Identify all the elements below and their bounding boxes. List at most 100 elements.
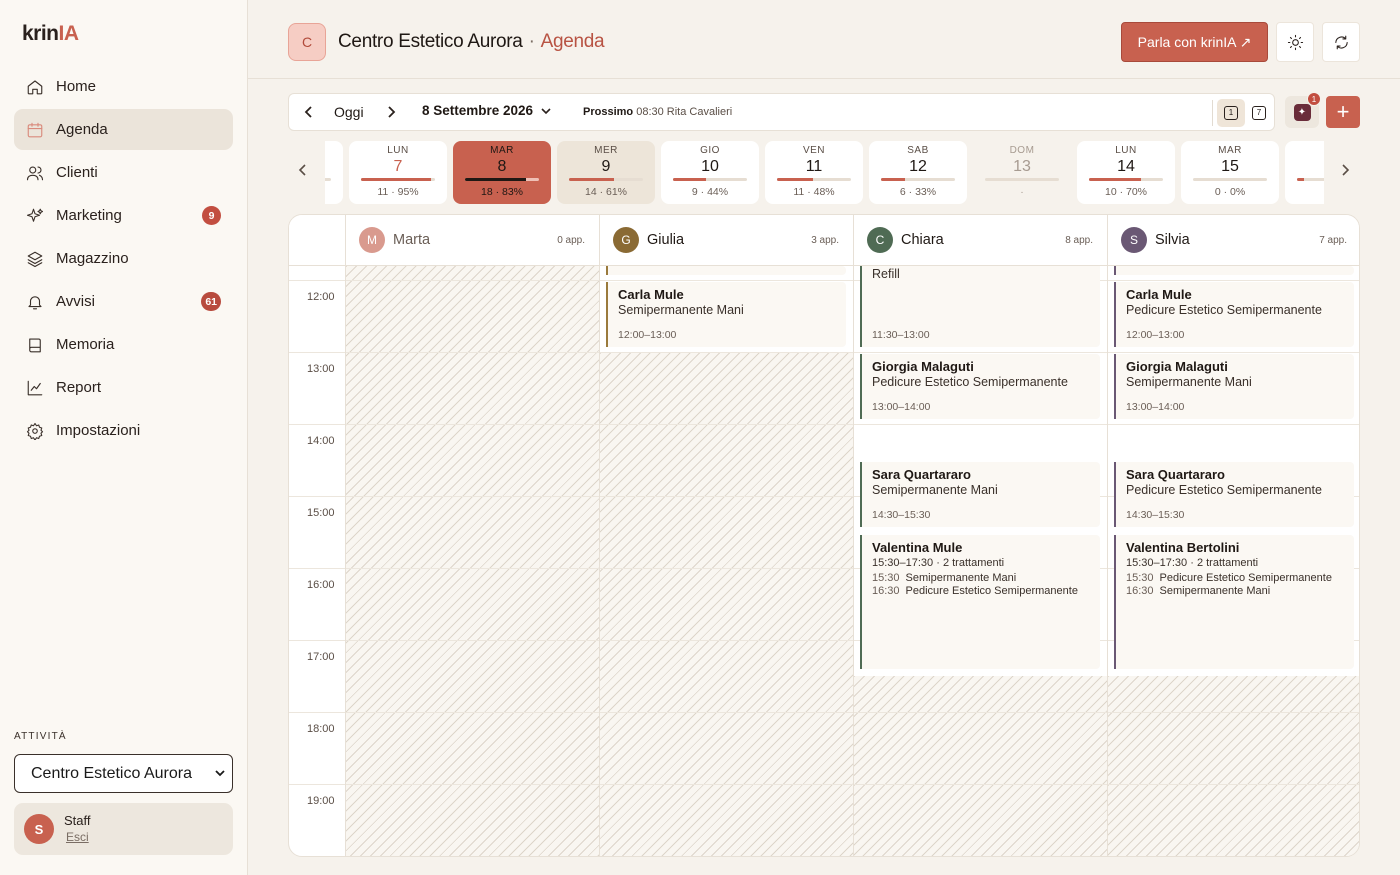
chevron-right-icon[interactable] [1338,163,1352,177]
avatar: S [1121,227,1147,253]
day-sab-12[interactable]: SAB 12 6 · 33% [869,141,967,204]
section-label: ATTIVITÀ [14,731,67,742]
occupancy-bar [325,178,331,181]
occupancy-fill [569,178,615,181]
appointment-card[interactable] [606,266,846,275]
day-number: 11 [805,158,823,175]
occupancy-bar [1089,178,1163,181]
unavailable-area [600,353,853,856]
appointment-card[interactable]: Carla Mule Semipermanente Mani 12:00–13:… [606,282,846,347]
next-appointment[interactable]: Prossimo 08:30 Rita Cavalieri [583,106,732,118]
day-of-week: MER [594,145,618,156]
appointment-card[interactable]: Sara Quartararo Pedicure Estetico Semipe… [1114,462,1354,527]
logout-link[interactable]: Esci [66,830,89,844]
sidebar-item-marketing[interactable]: Marketing 9 [14,195,233,236]
sidebar-item-report[interactable]: Report [14,367,233,408]
add-appointment-button[interactable]: + [1326,96,1360,128]
day-view-button[interactable]: 1 [1217,99,1245,127]
occupancy-bar [569,178,643,181]
ai-assistant-button[interactable]: ✦ 1 [1285,92,1321,128]
appointment-card[interactable]: Carla Mule Pedicure Estetico Semipermane… [1114,282,1354,347]
day-gio-10[interactable]: GIO 10 9 · 44% [661,141,759,204]
appointment-card[interactable]: Valentina Bertolini 15:30–17:30 · 2 trat… [1114,535,1354,669]
page-title: Centro Estetico Aurora · Agenda [338,31,605,52]
occupancy-bar [465,178,539,181]
hour-line [289,712,1359,713]
today-button[interactable]: Oggi [334,104,364,120]
staff-header-chiara[interactable]: C Chiara 8 app. [854,215,1107,266]
hour-line [289,280,1359,281]
book-icon [29,337,41,352]
occupancy-bar [777,178,851,181]
week-view-icon: 7 [1252,106,1266,120]
day-of-week: MAR [490,145,514,156]
day-stats: 18 · 83% [480,186,524,198]
staff-header-silvia[interactable]: S Silvia 7 app. [1108,215,1359,266]
day-ven-11[interactable]: VEN 11 11 · 48% [765,141,863,204]
appointment-card[interactable]: Sara Quartararo Semipermanente Mani 14:3… [860,462,1100,527]
day-mar-8[interactable]: MAR 8 18 · 83% [453,141,551,204]
hour-line [289,784,1359,785]
day-m-partial[interactable]: M 1 · [1285,141,1324,204]
time-column: 12:00 13:00 14:00 15:00 16:00 17:00 18:0… [289,266,346,856]
appointment-card[interactable]: Refill 11:30–13:00 [860,266,1100,347]
talk-to-krinia-button[interactable]: Parla con krinIA ↗ [1121,22,1268,62]
day-stats: 10 · 70% [1104,186,1148,198]
day-number: 12 [909,158,927,175]
day-stats: 11 · 95% [377,186,419,198]
chevron-right-icon[interactable] [383,104,399,120]
appointment-card[interactable]: Valentina Mule 15:30–17:30 · 2 trattamen… [860,535,1100,669]
day-number: 10 [701,158,719,175]
occupancy-fill [881,178,906,181]
day-stats: 1 · [1285,186,1324,198]
sidebar-nav: Home Agenda Clienti Marketing 9 Magazzin… [14,66,233,453]
sidebar-item-home[interactable]: Home [14,66,233,107]
user-name: Staff [64,813,91,828]
day-number: 7 [393,158,403,175]
week-view-button[interactable]: 7 [1245,99,1273,127]
staff-header-marta[interactable]: M Marta 0 app. [346,215,599,266]
day-stats: 11 · 48% [793,186,835,198]
sidebar-item-agenda[interactable]: Agenda [14,109,233,150]
business-select[interactable]: Centro Estetico Aurora [14,754,233,793]
day-mer-9[interactable]: MER 9 14 · 61% [557,141,655,204]
day-of-week: GIO [700,145,720,156]
chevron-left-icon[interactable] [301,104,317,120]
occupancy-fill [1089,178,1141,181]
day-dom-13[interactable]: DOM 13 · [973,141,1071,204]
sidebar-item-avvisi[interactable]: Avvisi 61 [14,281,233,322]
appointment-card[interactable] [1114,266,1354,275]
ai-notification-badge: 1 [1307,92,1321,106]
day-number: 9 [601,158,611,175]
occupancy-fill [361,178,432,181]
day-partial[interactable] [325,141,343,204]
occupancy-fill [673,178,706,181]
date-picker[interactable]: 8 Settembre 2026 [417,103,720,332]
day-of-week: VEN [802,145,826,156]
day-lun-7[interactable]: LUN 7 11 · 95% [349,141,447,204]
theme-toggle-button[interactable] [1276,22,1314,62]
staff-header-giulia[interactable]: G Giulia 3 app. [600,215,853,266]
day-stats: · [1020,186,1024,198]
day-stats: 0 · 0% [1214,186,1246,198]
marketing-badge: 9 [202,206,221,225]
refresh-button[interactable] [1322,22,1360,62]
logo[interactable]: krinIA [22,22,79,46]
sidebar-item-clienti[interactable]: Clienti [14,152,233,193]
users-icon [26,165,44,180]
day-lun-14[interactable]: LUN 14 10 · 70% [1077,141,1175,204]
top-header: C Centro Estetico Aurora · Agenda Parla co… [248,0,1400,79]
sidebar-item-memoria[interactable]: Memoria [14,324,233,365]
bell-icon [28,295,42,309]
layers-icon [27,251,43,267]
appointment-card[interactable]: Giorgia Malaguti Pedicure Estetico Semip… [860,354,1100,419]
appointment-card[interactable]: Giorgia Malaguti Semipermanente Mani 13:… [1114,354,1354,419]
agenda-toolbar: Oggi 8 Settembre 2026 Prossimo 08:30 Rit… [288,93,1275,332]
sidebar-item-magazzino[interactable]: Magazzino [14,238,233,279]
chevron-left-icon[interactable] [296,163,310,177]
sidebar-item-impostazioni[interactable]: Impostazioni [14,410,233,451]
day-mar-15[interactable]: MAR 15 0 · 0% [1181,141,1279,204]
hour-line [289,424,1359,425]
day-strip: LUN 7 11 · 95% MAR 8 18 · 83% MER 9 14 · 61% GIO 1… [325,141,1324,204]
day-of-week: LUN [1115,145,1137,156]
